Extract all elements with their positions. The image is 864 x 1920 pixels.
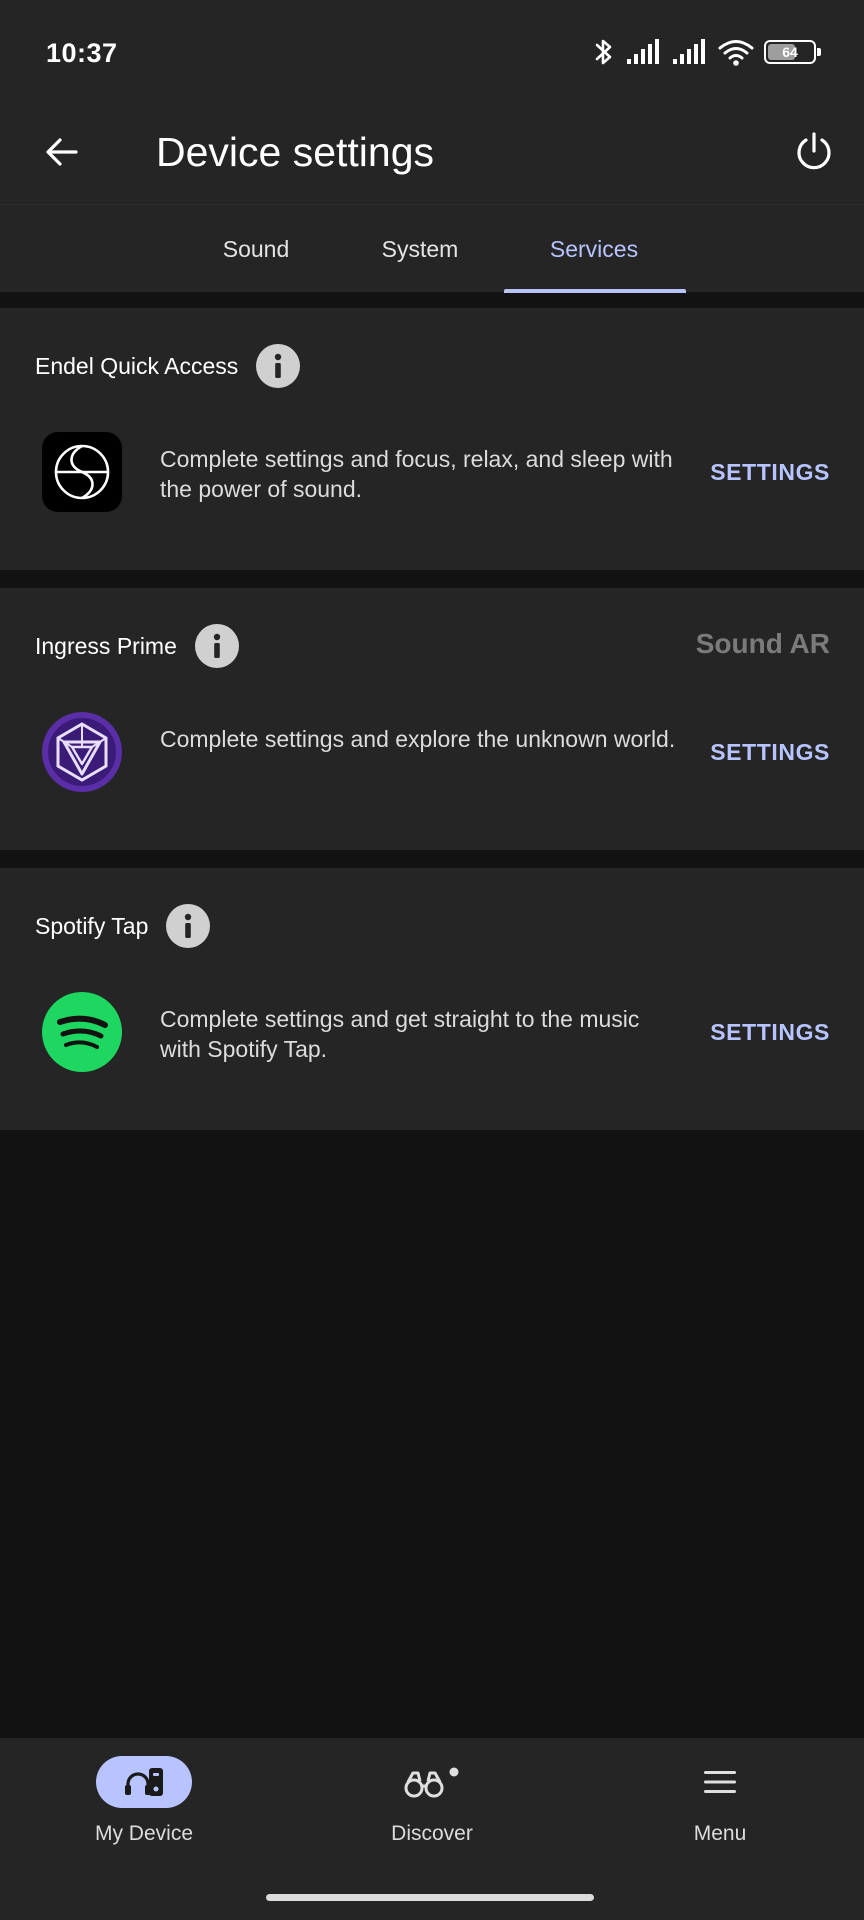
app-bar: Device settings	[0, 100, 864, 204]
nav-pill	[384, 1756, 480, 1808]
home-indicator[interactable]	[266, 1894, 594, 1901]
device-icon	[125, 1768, 163, 1796]
service-badge: Sound AR	[695, 628, 830, 659]
tab-bar: Sound System Services	[0, 204, 864, 293]
wifi-icon	[718, 40, 754, 66]
nav-label: My Device	[94, 1822, 194, 1845]
tab-system[interactable]: System	[350, 205, 490, 293]
settings-button-ingress[interactable]: SETTINGS	[710, 734, 830, 770]
power-icon	[797, 132, 831, 170]
info-icon[interactable]	[194, 624, 239, 668]
screen: 10:37 64 Device settings Sound System Se…	[0, 0, 864, 1920]
status-bar: 10:37 64	[0, 0, 864, 100]
signal-icon	[627, 39, 659, 64]
service-description: Complete settings and get straight to th…	[160, 1006, 640, 1062]
ingress-logo-icon	[42, 712, 122, 792]
binoculars-icon	[404, 1767, 459, 1798]
nav-pill	[96, 1756, 192, 1808]
signal-icon	[673, 39, 705, 64]
service-description: Complete settings and focus, relax, and …	[160, 446, 673, 502]
status-time: 10:37	[46, 38, 118, 68]
settings-button-endel[interactable]: SETTINGS	[710, 454, 830, 490]
tab-services[interactable]: Services	[504, 205, 684, 293]
battery-label: 64	[782, 44, 798, 60]
page-title: Device settings	[156, 129, 435, 175]
service-card-ingress: Ingress Prime Sound AR Complete settings…	[0, 588, 864, 850]
status-icons: 64	[592, 34, 821, 70]
nav-item-menu[interactable]: Menu	[576, 1738, 864, 1888]
arrow-left-icon	[46, 138, 78, 166]
power-button[interactable]	[782, 120, 846, 184]
service-title: Ingress Prime	[35, 624, 239, 668]
tab-sound[interactable]: Sound	[186, 205, 326, 293]
service-card-spotify: Spotify Tap Complete settings and get st…	[0, 868, 864, 1130]
settings-button-spotify[interactable]: SETTINGS	[710, 1014, 830, 1050]
nav-item-my-device[interactable]: My Device	[0, 1738, 288, 1888]
service-title: Spotify Tap	[35, 904, 211, 948]
service-title: Endel Quick Access	[35, 344, 301, 388]
service-description: Complete settings and explore the unknow…	[160, 726, 676, 752]
nav-label: Discover	[391, 1822, 473, 1845]
service-title-text: Spotify Tap	[35, 913, 149, 939]
tab-indicator	[504, 289, 686, 293]
service-card-endel: Endel Quick Access Complete settings and…	[0, 308, 864, 570]
info-icon[interactable]	[256, 344, 301, 388]
nav-label: Menu	[693, 1822, 747, 1845]
bluetooth-icon	[595, 39, 612, 65]
endel-logo-icon	[42, 432, 122, 512]
service-title-text: Ingress Prime	[35, 633, 177, 659]
battery-icon: 64	[764, 40, 821, 64]
menu-icon	[704, 1771, 736, 1793]
nav-item-discover[interactable]: Discover	[288, 1738, 576, 1888]
bottom-navigation: My Device Discover Menu	[0, 1738, 864, 1920]
service-title-text: Endel Quick Access	[35, 353, 239, 379]
spotify-logo-icon	[42, 992, 122, 1072]
back-button[interactable]	[30, 120, 94, 184]
info-icon[interactable]	[166, 904, 211, 948]
nav-pill	[672, 1756, 768, 1808]
